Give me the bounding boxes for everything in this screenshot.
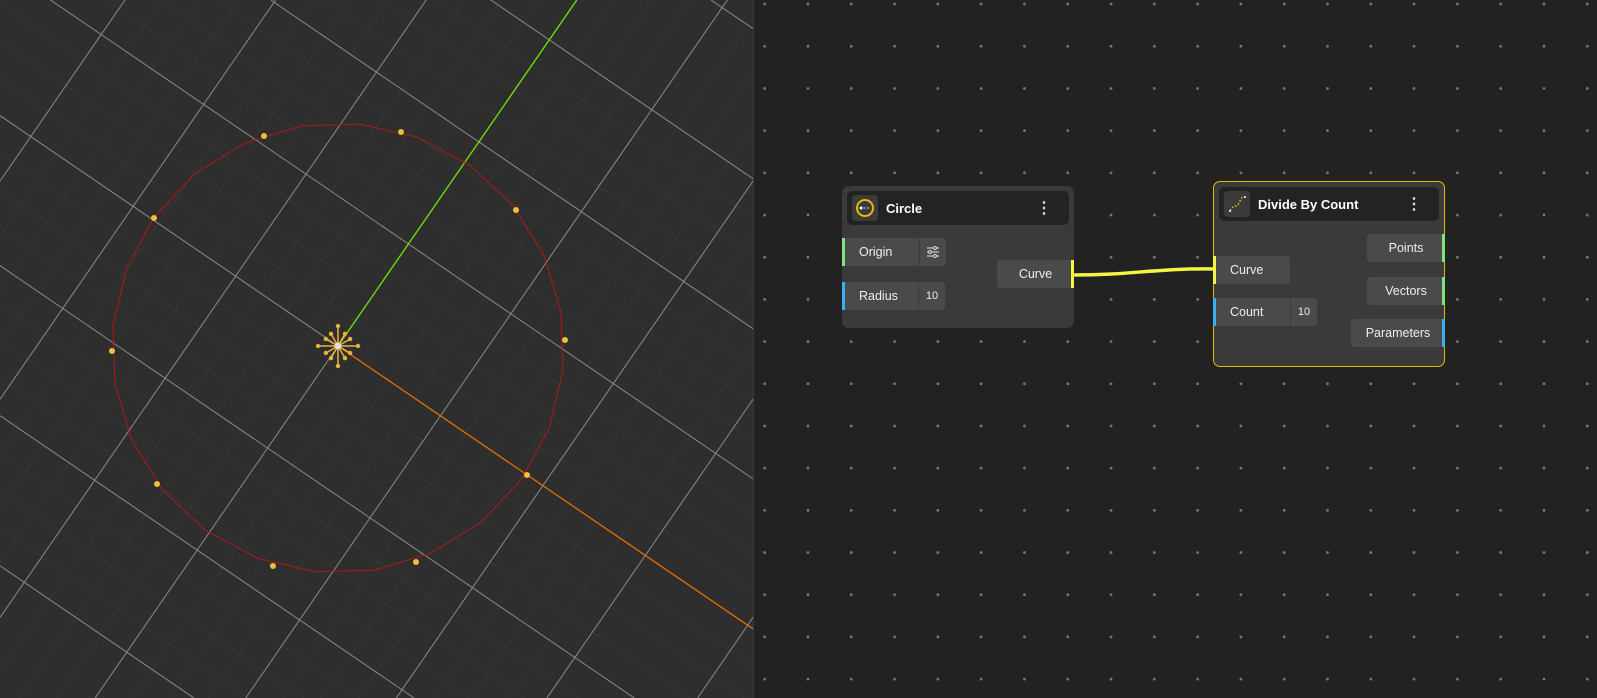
minor-grid-line [0, 2, 753, 517]
vectors-output-port[interactable]: Vectors [1367, 277, 1445, 305]
circle-icon [852, 195, 878, 221]
gizmo-arrowhead [328, 331, 334, 337]
node-title: Circle [886, 200, 923, 216]
division-point [413, 559, 419, 565]
minor-grid-line [0, 0, 164, 236]
division-point [562, 337, 568, 343]
minor-grid-line [0, 490, 305, 698]
port-label: Curve [1018, 267, 1053, 281]
gizmo-arrowhead [355, 343, 361, 349]
division-point [154, 481, 160, 487]
port-label: Vectors [1385, 284, 1427, 298]
gizmo-arrowhead [347, 350, 353, 356]
division-point [270, 563, 276, 569]
count-value[interactable]: 10 [1290, 298, 1317, 326]
port-label: Curve [1230, 263, 1264, 277]
gizmo-arrowhead [342, 355, 348, 361]
divide-curve-icon [1224, 191, 1250, 217]
gizmo-arrowhead [342, 331, 348, 337]
minor-grid-line [215, 0, 753, 367]
radius-value[interactable]: 10 [918, 282, 945, 310]
more-menu-icon[interactable]: ⋮ [1403, 194, 1425, 214]
gizmo-arrowhead [315, 343, 321, 349]
gizmo-arrowhead [347, 336, 353, 342]
minor-grid-line [0, 227, 690, 698]
minor-grid-line [358, 125, 753, 698]
count-input-port[interactable]: Count 10 [1213, 298, 1317, 326]
wire-layer [1072, 267, 1216, 277]
wire-curve-to-curve[interactable] [1072, 267, 1216, 277]
division-point [109, 348, 115, 354]
curve-output-port[interactable]: Curve [997, 260, 1074, 288]
minor-grid-line [56, 0, 540, 698]
grid-line [245, 0, 728, 698]
minor-grid-line [0, 0, 239, 346]
points-output-port[interactable]: Points [1367, 234, 1445, 262]
circle-node[interactable]: Circle ⋮ Origin Radius 10 Curve [842, 186, 1074, 328]
minor-grid-line [160, 0, 753, 405]
divide-by-count-node[interactable]: Divide By Count ⋮ Curve Count 10 Points … [1213, 181, 1445, 367]
minor-grid-line [471, 289, 753, 698]
curve-input-port[interactable]: Curve [1213, 256, 1290, 284]
port-label: Count [1230, 305, 1264, 319]
origin-input-port[interactable]: Origin [842, 238, 946, 266]
grid-line [50, 0, 753, 480]
minor-grid-line [0, 40, 753, 555]
port-label: Origin [859, 245, 893, 259]
minor-grid-line [0, 190, 745, 698]
minor-grid-line [0, 0, 314, 455]
grid-line [0, 265, 635, 698]
origin-point [334, 342, 342, 350]
minor-grid-line [0, 0, 389, 564]
division-point [261, 133, 267, 139]
division-point [524, 472, 530, 478]
gizmo-arrowhead [328, 355, 334, 361]
node-title: Divide By Count [1258, 196, 1359, 212]
port-label: Parameters [1365, 326, 1431, 340]
grid-line [0, 415, 415, 698]
parameters-output-port[interactable]: Parameters [1351, 319, 1445, 347]
grid-line [270, 0, 753, 330]
more-menu-icon[interactable]: ⋮ [1033, 198, 1055, 218]
minor-grid-line [435, 0, 753, 217]
minor-grid-line [169, 0, 653, 698]
minor-grid-line [0, 302, 580, 698]
gizmo-arrowhead [323, 350, 329, 356]
minor-grid-line [433, 234, 753, 698]
gizmo-arrowhead [323, 336, 329, 342]
minor-grid-line [320, 71, 753, 698]
minor-grid-line [0, 0, 465, 673]
port-label: Points [1388, 241, 1424, 255]
sliders-icon[interactable] [919, 238, 946, 266]
division-point [151, 215, 157, 221]
minor-grid-line [380, 0, 753, 255]
port-label: Radius [859, 289, 898, 303]
gizmo-arrowhead [335, 323, 341, 329]
viewport-canvas[interactable] [0, 0, 754, 698]
division-point [398, 129, 404, 135]
node-graph-canvas[interactable]: Circle ⋮ Origin Radius 10 Curve Divide B… [755, 0, 1597, 698]
minor-grid-line [0, 152, 753, 668]
node-header[interactable]: Circle ⋮ [847, 191, 1069, 225]
node-header[interactable]: Divide By Count ⋮ [1219, 187, 1439, 221]
radius-input-port[interactable]: Radius 10 [842, 282, 945, 310]
3d-viewport[interactable] [0, 0, 754, 698]
grid-line [546, 398, 753, 698]
division-point [513, 207, 519, 213]
gizmo-arrowhead [335, 363, 341, 369]
